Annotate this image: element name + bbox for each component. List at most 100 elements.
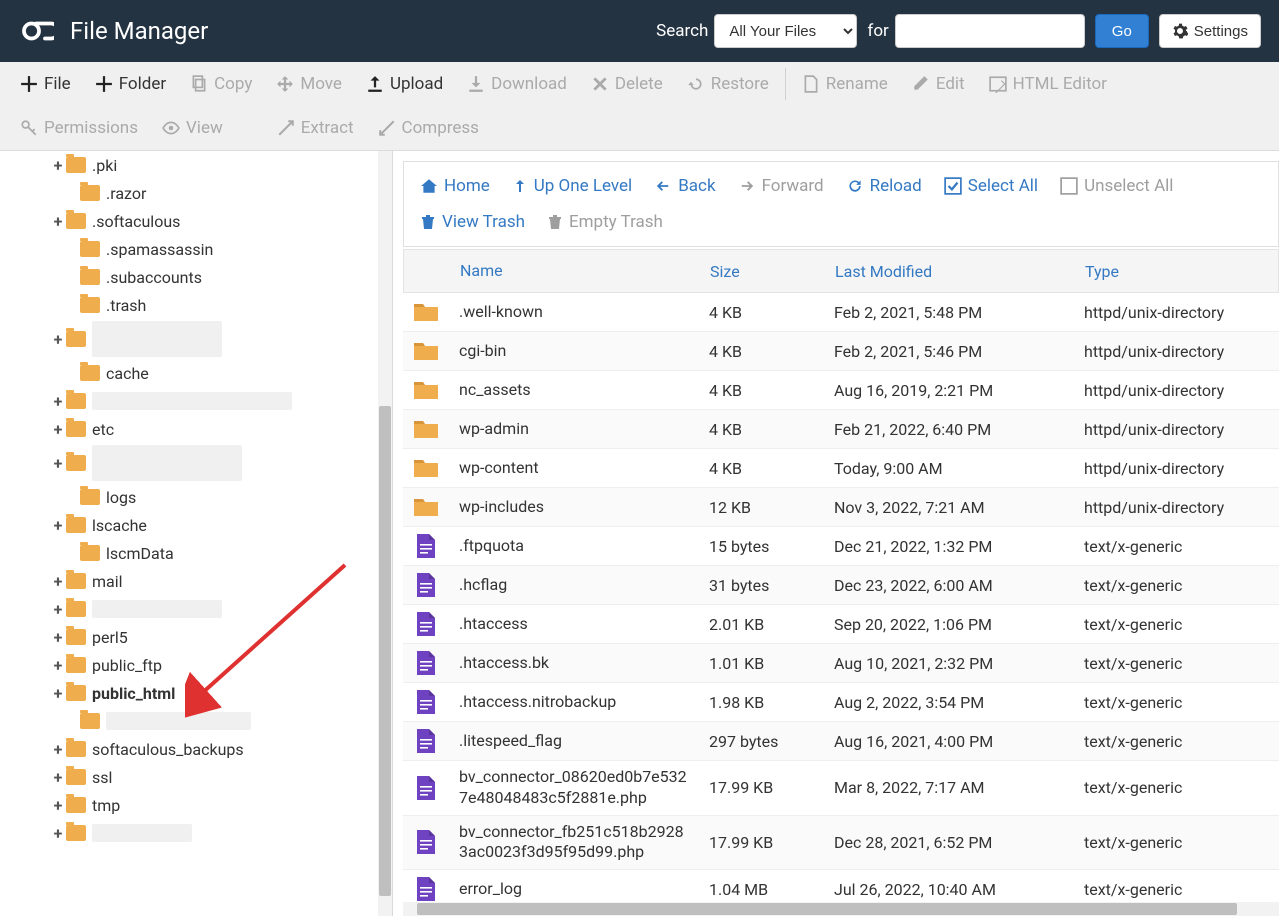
tree-node[interactable]: +softaculous_backups	[6, 735, 386, 763]
tree-node[interactable]: +mail	[6, 567, 386, 595]
forward-button[interactable]: Forward	[736, 172, 826, 200]
column-type[interactable]: Type	[1075, 262, 1265, 281]
file-size: 297 bytes	[699, 726, 824, 757]
expand-icon[interactable]: +	[52, 330, 64, 349]
tree-node[interactable]: +	[6, 595, 386, 623]
tree-node[interactable]: +public_html	[6, 679, 386, 707]
edit-button[interactable]: Edit	[900, 66, 977, 102]
up-one-level-button[interactable]: Up One Level	[510, 172, 634, 200]
expand-icon[interactable]: +	[52, 628, 64, 647]
file-size: 1.04 MB	[699, 874, 824, 902]
table-row[interactable]: .htaccess.bk1.01 KBAug 10, 2021, 2:32 PM…	[403, 644, 1279, 683]
expand-icon[interactable]: +	[52, 156, 64, 175]
copy-button[interactable]: Copy	[178, 66, 264, 102]
tree-node[interactable]: +perl5	[6, 623, 386, 651]
table-row[interactable]: wp-content4 KBToday, 9:00 AMhttpd/unix-d…	[403, 449, 1279, 488]
expand-icon[interactable]: +	[52, 740, 64, 759]
search-scope-select[interactable]: All Your Files	[714, 14, 857, 48]
tree-node[interactable]: +ssl	[6, 763, 386, 791]
table-row[interactable]: wp-includes12 KBNov 3, 2022, 7:21 AMhttp…	[403, 488, 1279, 527]
expand-icon[interactable]: +	[52, 600, 64, 619]
tree-node[interactable]: lscmData	[6, 539, 386, 567]
column-name[interactable]: Name	[450, 261, 700, 282]
folder-icon	[66, 421, 86, 437]
tree-label: tmp	[92, 796, 120, 815]
tree-node[interactable]: .spamassassin	[6, 235, 386, 263]
expand-icon[interactable]: +	[52, 768, 64, 787]
expand-icon[interactable]: +	[52, 516, 64, 535]
tree-node[interactable]: cache	[6, 359, 386, 387]
table-row[interactable]: .litespeed_flag297 bytesAug 16, 2021, 4:…	[403, 722, 1279, 761]
unselect-all-button[interactable]: Unselect All	[1058, 172, 1175, 200]
expand-icon[interactable]: +	[52, 684, 64, 703]
tree-node[interactable]	[6, 707, 386, 735]
tree-node[interactable]: + tmp	[6, 791, 386, 819]
move-button[interactable]: Move	[264, 66, 354, 102]
expand-icon[interactable]: +	[52, 212, 64, 231]
back-button[interactable]: Back	[652, 172, 717, 200]
table-row[interactable]: bv_connector_08620ed0b7e5327e48048483c5f…	[403, 761, 1279, 816]
tree-node[interactable]: +	[6, 819, 386, 847]
html-editor-button[interactable]: HTML Editor	[977, 66, 1119, 102]
file-type: text/x-generic	[1074, 827, 1264, 858]
folder-icon	[80, 269, 100, 285]
settings-button[interactable]: Settings	[1159, 14, 1261, 48]
tree-node[interactable]: +lscache	[6, 511, 386, 539]
table-row[interactable]: .hcflag31 bytesDec 23, 2022, 6:00 AMtext…	[403, 566, 1279, 605]
expand-icon[interactable]: +	[52, 420, 64, 439]
rename-button[interactable]: Rename	[790, 66, 900, 102]
search-input[interactable]	[895, 14, 1085, 48]
table-row[interactable]: .htaccess2.01 KBSep 20, 2022, 1:06 PMtex…	[403, 605, 1279, 644]
column-last-modified[interactable]: Last Modified	[825, 262, 1075, 281]
table-row[interactable]: .htaccess.nitrobackup1.98 KBAug 2, 2022,…	[403, 683, 1279, 722]
tree-scrollbar[interactable]	[378, 151, 392, 916]
table-row[interactable]: nc_assets4 KBAug 16, 2019, 2:21 PMhttpd/…	[403, 371, 1279, 410]
table-row[interactable]: cgi-bin4 KBFeb 2, 2021, 5:46 PMhttpd/uni…	[403, 332, 1279, 371]
file-modified: Feb 2, 2021, 5:46 PM	[824, 336, 1074, 367]
tree-node[interactable]: logs	[6, 483, 386, 511]
file-name: .htaccess	[449, 608, 699, 641]
table-row[interactable]: .well-known4 KBFeb 2, 2021, 5:48 PMhttpd…	[403, 293, 1279, 332]
folder-tree[interactable]: +.pki.razor+.softaculous.spamassassin.su…	[0, 151, 392, 847]
tree-node[interactable]: .trash	[6, 291, 386, 319]
download-button[interactable]: Download	[455, 66, 579, 102]
folder-button[interactable]: Folder	[83, 66, 178, 102]
expand-icon[interactable]: +	[52, 824, 64, 843]
tree-node[interactable]: .razor	[6, 179, 386, 207]
table-hscrollbar[interactable]	[403, 902, 1279, 916]
tree-node[interactable]: +	[6, 387, 386, 415]
reload-button[interactable]: Reload	[844, 172, 924, 200]
expand-icon[interactable]: +	[52, 796, 64, 815]
table-row[interactable]: .ftpquota15 bytesDec 21, 2022, 1:32 PMte…	[403, 527, 1279, 566]
table-row[interactable]: error_log1.04 MBJul 26, 2022, 10:40 AMte…	[403, 870, 1279, 902]
delete-button[interactable]: Delete	[579, 66, 675, 102]
tree-node[interactable]: .subaccounts	[6, 263, 386, 291]
tree-node[interactable]: +.pki	[6, 151, 386, 179]
folder-icon	[403, 334, 449, 368]
tree-node[interactable]: +etc	[6, 415, 386, 443]
tree-node[interactable]: +	[6, 443, 386, 483]
expand-icon[interactable]: +	[52, 572, 64, 591]
expand-icon[interactable]: +	[52, 454, 64, 473]
tree-node[interactable]: +public_ftp	[6, 651, 386, 679]
extract-button[interactable]: Extract	[265, 110, 366, 146]
view-button[interactable]: View	[150, 110, 235, 146]
file-type: text/x-generic	[1074, 609, 1264, 640]
select-all-button[interactable]: Select All	[942, 172, 1040, 200]
compress-button[interactable]: Compress	[366, 110, 491, 146]
home-button[interactable]: Home	[418, 172, 492, 200]
tree-node[interactable]: +.softaculous	[6, 207, 386, 235]
table-row[interactable]: wp-admin4 KBFeb 21, 2022, 6:40 PMhttpd/u…	[403, 410, 1279, 449]
empty-trash-button[interactable]: Empty Trash	[545, 208, 665, 236]
upload-button[interactable]: Upload	[354, 66, 455, 102]
expand-icon[interactable]: +	[52, 392, 64, 411]
permissions-button[interactable]: Permissions	[8, 110, 150, 146]
file-button[interactable]: File	[8, 66, 83, 102]
column-size[interactable]: Size	[700, 262, 825, 281]
view-trash-button[interactable]: View Trash	[418, 208, 527, 236]
tree-node[interactable]: +	[6, 319, 386, 359]
go-button[interactable]: Go	[1095, 14, 1149, 48]
table-row[interactable]: bv_connector_fb251c518b29283ac0023f3d95f…	[403, 816, 1279, 871]
restore-button[interactable]: Restore	[675, 66, 781, 102]
expand-icon[interactable]: +	[52, 656, 64, 675]
